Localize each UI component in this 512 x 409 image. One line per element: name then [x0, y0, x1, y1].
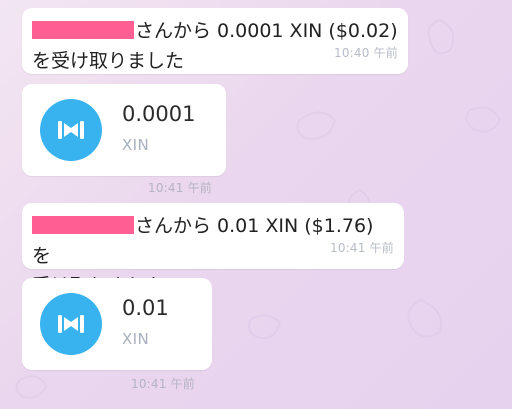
transfer-card-2[interactable]: 0.01 XIN [22, 278, 212, 370]
transfer-amount: 0.01 [122, 296, 169, 320]
transfer-timestamp: 10:41 午前 [131, 377, 195, 391]
message-timestamp: 10:41 午前 [330, 241, 394, 255]
redacted-sender-name [32, 216, 134, 234]
mixin-xin-icon [40, 99, 102, 161]
redacted-sender-name [32, 21, 134, 39]
transfer-symbol: XIN [122, 136, 150, 154]
incoming-message-1[interactable]: さんから 0.0001 XIN ($0.02) を受け取りました 10:40 午… [22, 8, 408, 74]
mixin-xin-icon [40, 293, 102, 355]
message-timestamp: 10:40 午前 [334, 46, 398, 60]
transfer-card-1[interactable]: 0.0001 XIN [22, 84, 226, 176]
incoming-message-2[interactable]: さんから 0.01 XIN ($1.76) を 受け取りました 10:41 午前 [22, 203, 404, 297]
transfer-symbol: XIN [122, 330, 150, 348]
transfer-amount: 0.0001 [122, 102, 196, 126]
transfer-timestamp: 10:41 午前 [148, 181, 212, 195]
